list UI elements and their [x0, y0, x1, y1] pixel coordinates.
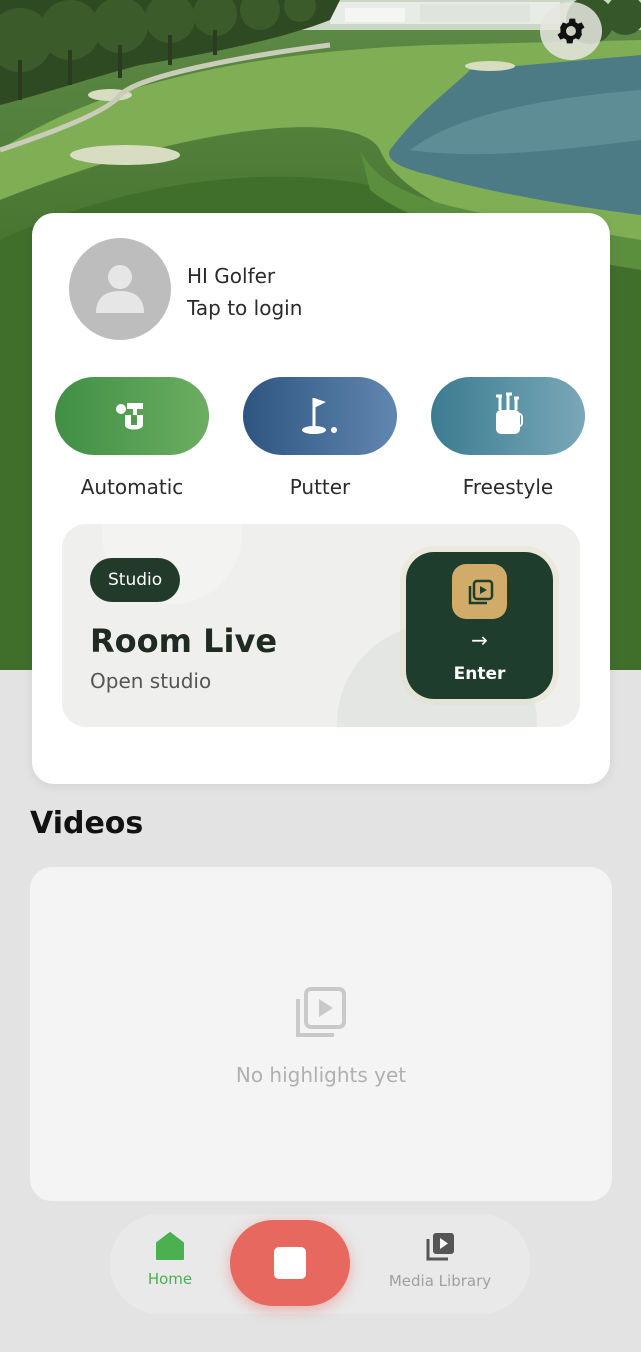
- nav-home-label: Home: [147, 1270, 193, 1288]
- arrow-right-icon: →: [471, 628, 488, 652]
- media-library-icon: [426, 1233, 454, 1261]
- mode-automatic-button[interactable]: [55, 377, 209, 455]
- greeting-text: HI Golfer: [187, 264, 276, 288]
- golf-bag-icon: [496, 392, 523, 434]
- gear-icon: [557, 18, 585, 44]
- home-icon: [156, 1232, 184, 1260]
- enter-studio-button[interactable]: → Enter: [406, 552, 553, 699]
- mode-freestyle-button[interactable]: [431, 377, 585, 455]
- user-icon: [96, 265, 144, 313]
- video-library-icon: [296, 987, 346, 1037]
- mode-freestyle-label: Freestyle: [462, 475, 554, 499]
- studio-subtitle: Open studio: [90, 669, 212, 693]
- nav-home[interactable]: Home: [100, 1230, 240, 1288]
- login-prompt[interactable]: HI Golfer Tap to login: [187, 260, 302, 324]
- mode-automatic-label: Automatic: [80, 475, 184, 499]
- settings-button[interactable]: [540, 2, 602, 60]
- flag-hole-icon: [302, 398, 337, 434]
- record-stop-button[interactable]: [230, 1220, 350, 1306]
- mode-putter-button[interactable]: [243, 377, 397, 455]
- home-card: HI Golfer Tap to login Automatic Putter …: [32, 213, 610, 784]
- auto-tee-icon: [116, 403, 143, 430]
- studio-title: Room Live: [90, 622, 278, 660]
- enter-label: Enter: [453, 664, 506, 684]
- stop-icon: [274, 1247, 306, 1279]
- studio-badge: Studio: [90, 558, 181, 602]
- mode-putter-label: Putter: [289, 475, 351, 499]
- videos-heading: Videos: [30, 806, 144, 841]
- nav-media-label: Media Library: [388, 1272, 492, 1290]
- empty-state-text: No highlights yet: [235, 1063, 407, 1087]
- nav-media-library[interactable]: Media Library: [370, 1230, 510, 1290]
- avatar[interactable]: [69, 238, 171, 340]
- video-library-icon: [452, 564, 507, 619]
- studio-banner[interactable]: Studio Room Live Open studio → Enter: [62, 524, 580, 727]
- login-text: Tap to login: [187, 296, 303, 320]
- videos-panel: No highlights yet: [30, 867, 612, 1201]
